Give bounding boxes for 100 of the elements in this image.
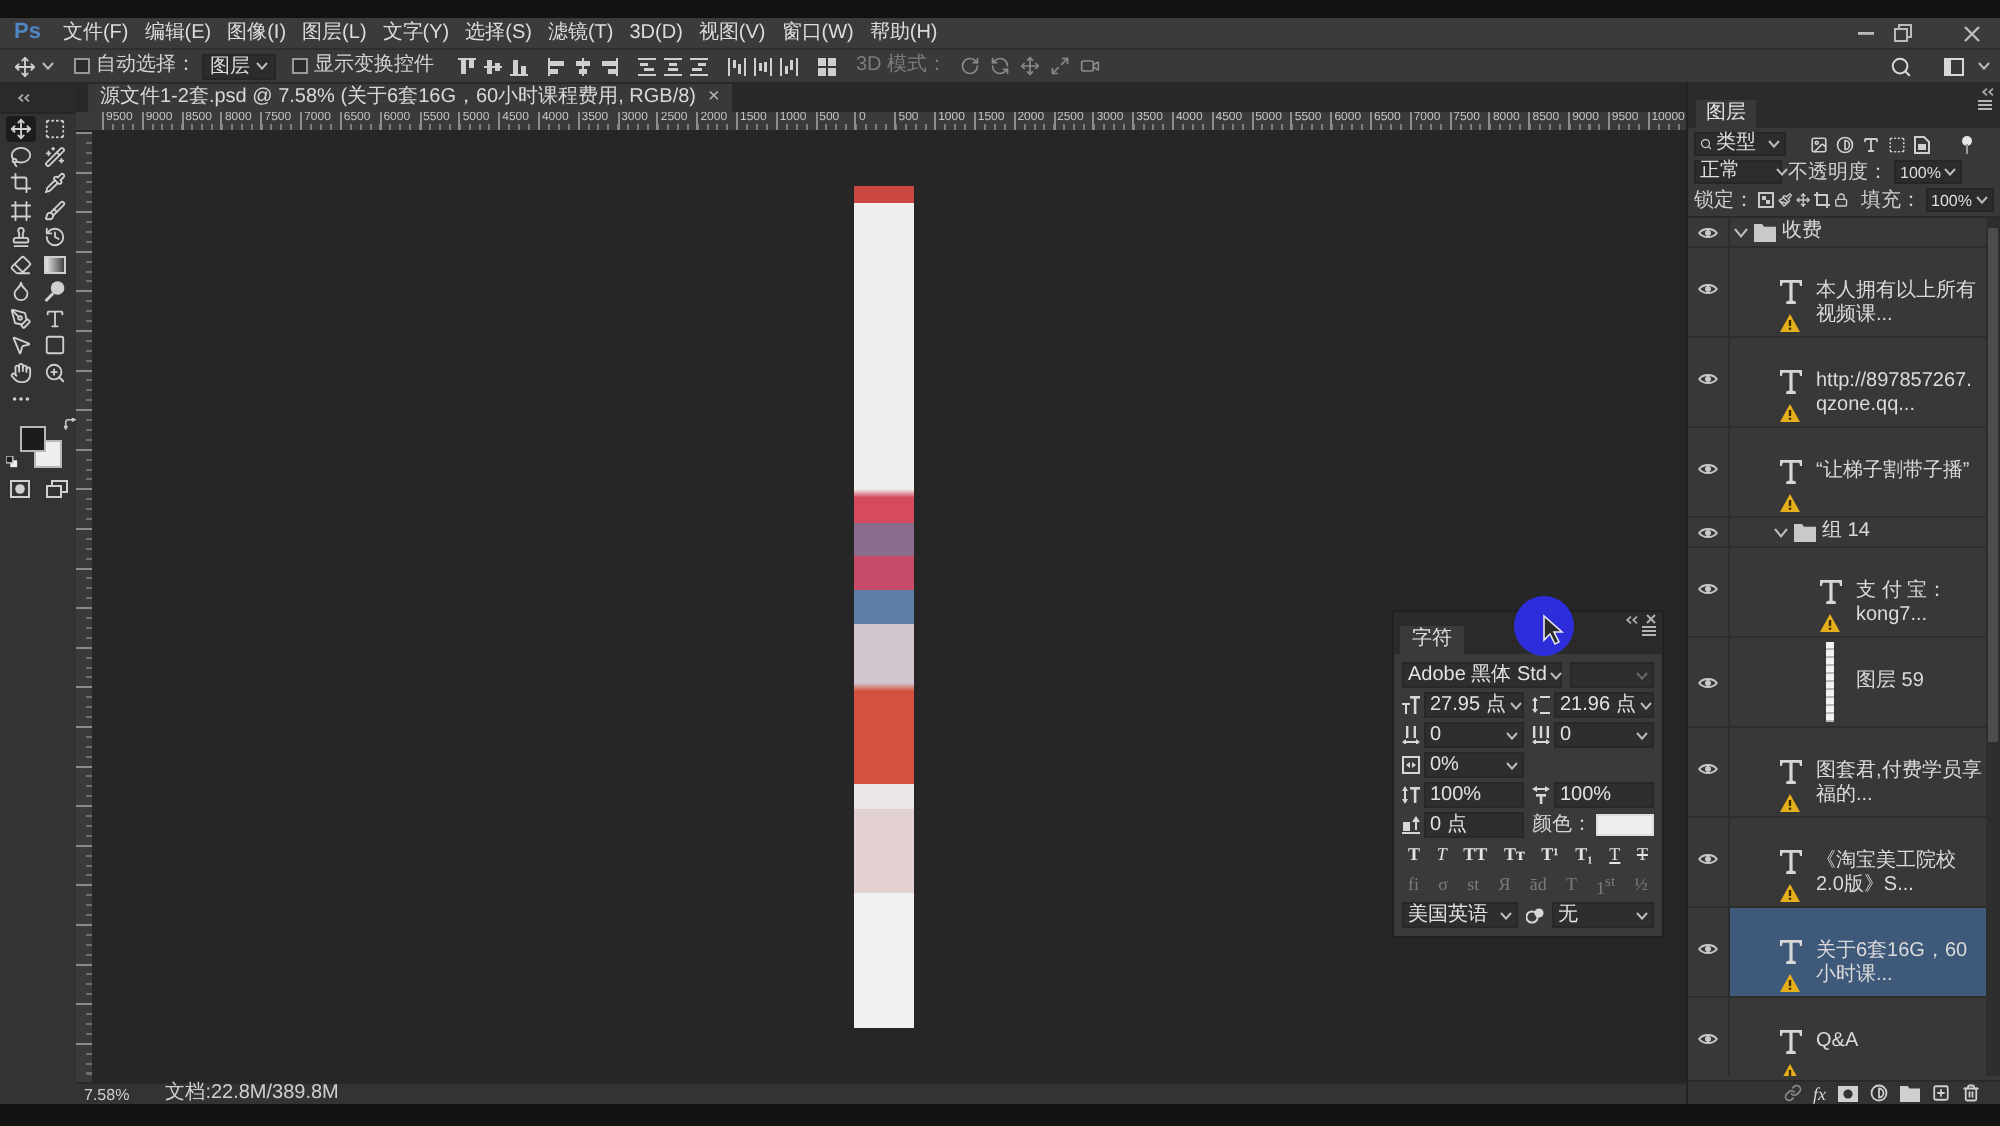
lock-icon[interactable] <box>1834 192 1850 208</box>
contrast-icon[interactable] <box>1836 135 1854 153</box>
menu-item[interactable]: 文字(Y) <box>374 20 458 46</box>
contrast-icon[interactable] <box>1870 1084 1888 1102</box>
character-tab[interactable]: 字符 <box>1400 626 1464 654</box>
auto-select-target-dropdown[interactable]: 图层 <box>202 53 276 79</box>
font-size-field[interactable]: 27.95 点 <box>1424 692 1524 718</box>
frame-icon[interactable] <box>1814 192 1831 208</box>
panel-menu-icon[interactable] <box>1978 100 1992 110</box>
move-icon[interactable] <box>6 116 36 143</box>
eye-icon[interactable] <box>1698 582 1718 596</box>
checkerboard-icon[interactable] <box>1758 192 1774 208</box>
frame-icon[interactable] <box>6 197 36 224</box>
align-icon[interactable] <box>510 57 528 75</box>
eye-icon[interactable] <box>1698 675 1718 689</box>
menu-item[interactable]: 帮助(H) <box>861 20 946 46</box>
document-icon[interactable] <box>1914 135 1930 153</box>
show-transform-checkbox[interactable] <box>292 58 308 74</box>
blend-mode-dropdown[interactable]: 正常 <box>1694 160 1782 184</box>
document-tab[interactable]: 源文件1-2套.psd @ 7.58% (关于6套16G，60小时课程费用, RGB/8) × <box>88 84 732 112</box>
plus-square-icon[interactable] <box>1932 1084 1950 1102</box>
link-icon[interactable] <box>1783 1084 1801 1102</box>
dashed-square-icon[interactable] <box>40 116 70 143</box>
strikethrough-button[interactable]: T <box>1636 844 1648 866</box>
faux-bold-button[interactable]: T <box>1408 844 1421 866</box>
image-icon[interactable] <box>1810 135 1828 153</box>
history-icon[interactable] <box>40 224 70 251</box>
subscript-button[interactable]: T₁ <box>1575 844 1593 866</box>
scrollbar-thumb[interactable] <box>1988 228 1998 742</box>
leading-field[interactable]: 21.96 点 <box>1554 692 1654 718</box>
align-icon[interactable] <box>484 57 502 75</box>
minimize-icon[interactable] <box>1858 31 1874 35</box>
zoom-level[interactable]: 7.58% <box>84 1085 130 1103</box>
distribute-icon[interactable] <box>754 57 772 75</box>
baseline-shift-field[interactable]: 0 点 <box>1424 812 1524 838</box>
fx-button[interactable]: fx <box>1813 1083 1826 1103</box>
lollipop-icon[interactable] <box>40 278 70 305</box>
brush-icon[interactable] <box>40 197 70 224</box>
align-icon[interactable] <box>600 57 618 75</box>
layers-tab[interactable]: 图层 <box>1696 100 1756 128</box>
hand-icon[interactable] <box>6 359 36 386</box>
distribute-icon[interactable] <box>728 57 746 75</box>
eye-icon[interactable] <box>1698 372 1718 386</box>
caret-down-icon[interactable] <box>1774 527 1788 537</box>
restore-icon[interactable] <box>1894 24 1912 42</box>
antialias-dropdown[interactable]: 无 <box>1552 902 1654 928</box>
lasso-icon[interactable] <box>6 143 36 170</box>
dashed-square-icon[interactable] <box>1888 135 1906 153</box>
opacity-field[interactable]: 100% <box>1894 160 1963 184</box>
circular-arrows-icon[interactable] <box>989 56 1010 76</box>
distribute-icon[interactable] <box>780 57 798 75</box>
brush-icon[interactable] <box>1778 192 1793 208</box>
eye-icon[interactable] <box>1698 282 1718 296</box>
eye-icon[interactable] <box>1698 462 1718 476</box>
layer-row[interactable]: 关于6套16G，60小时课... <box>1728 908 1986 996</box>
collapse-icon[interactable] <box>1626 615 1638 623</box>
menu-item[interactable]: 图层(L) <box>294 20 375 46</box>
gradient-icon[interactable] <box>40 251 70 278</box>
menu-item[interactable]: 选择(S) <box>457 20 540 46</box>
swap-arrow-icon[interactable] <box>64 417 76 429</box>
trash-icon[interactable] <box>1962 1084 1980 1102</box>
menu-item[interactable]: 编辑(E) <box>136 20 220 46</box>
tracking-field[interactable]: 0 <box>1554 722 1654 748</box>
tsume-field[interactable]: 0% <box>1424 752 1524 778</box>
underline-button[interactable]: T <box>1609 844 1621 866</box>
pen-icon[interactable] <box>6 305 36 332</box>
type-icon[interactable] <box>1862 135 1880 153</box>
magic-wand-icon[interactable] <box>40 143 70 170</box>
kerning-field[interactable]: 0 <box>1424 722 1524 748</box>
zoom-icon[interactable] <box>40 359 70 386</box>
search-icon[interactable] <box>1890 55 1912 77</box>
auto-align-icon[interactable] <box>818 57 836 75</box>
default-colors-icon[interactable] <box>6 455 18 467</box>
move-icon[interactable] <box>14 55 36 77</box>
text-color-swatch[interactable] <box>1596 814 1654 836</box>
move-icon[interactable] <box>1796 192 1811 208</box>
horizontal-scale-field[interactable]: 100% <box>1554 782 1654 808</box>
font-family-dropdown[interactable]: Adobe 黑体 Std <box>1402 662 1562 688</box>
align-icon[interactable] <box>574 57 592 75</box>
fill-field[interactable]: 100% <box>1925 188 1994 212</box>
eye-icon[interactable] <box>1698 1032 1718 1046</box>
eye-icon[interactable] <box>1698 852 1718 866</box>
tab-close-button[interactable]: × <box>708 88 720 108</box>
caret-down-icon[interactable] <box>1734 227 1748 237</box>
layer-row[interactable]: 图套君,付费学员享福的... <box>1728 728 1986 816</box>
expand-icon[interactable] <box>1049 56 1070 76</box>
superscript-button[interactable]: T¹ <box>1541 844 1559 866</box>
screen-mode-icon[interactable] <box>46 479 68 497</box>
all-caps-button[interactable]: TT <box>1463 844 1488 866</box>
faux-italic-button[interactable]: T <box>1436 844 1447 866</box>
menu-item[interactable]: 3D(D) <box>621 20 691 46</box>
auto-select-checkbox[interactable] <box>74 58 90 74</box>
align-icon[interactable] <box>458 57 476 75</box>
collapse-icon[interactable] <box>1982 87 1994 95</box>
folder-icon[interactable] <box>1900 1085 1920 1101</box>
quick-mask-icon[interactable] <box>10 479 30 497</box>
eyedropper-icon[interactable] <box>40 170 70 197</box>
menu-item[interactable]: 视图(V) <box>690 20 774 46</box>
eye-icon[interactable] <box>1698 762 1718 776</box>
eye-icon[interactable] <box>1698 525 1718 539</box>
